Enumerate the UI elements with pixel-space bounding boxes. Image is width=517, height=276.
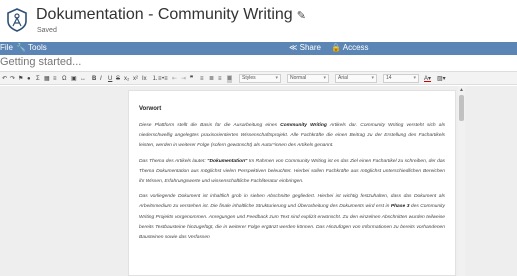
- editor-toolbar: ↶ ↷ ⚑ ● Σ ▦ ≡ Ω ▣ ↔ B I U S x₂ x² Ix ⒈≡ …: [0, 71, 517, 85]
- bullet-list-icon[interactable]: •≡: [162, 75, 168, 83]
- tools-menu[interactable]: 🔧 Tools: [14, 43, 49, 52]
- strike-icon[interactable]: S: [116, 75, 120, 83]
- document-content: Vorwort Diese Plattform stellt die Basis…: [139, 106, 445, 248]
- emphasis-text: Community Writing: [280, 123, 327, 128]
- sum-icon[interactable]: Σ: [36, 75, 40, 83]
- flag-icon[interactable]: ⚑: [18, 75, 23, 83]
- table-icon[interactable]: ▦: [44, 75, 50, 83]
- paragraph: Diese Plattform stellt die Basis für die…: [139, 121, 445, 152]
- styles-select[interactable]: Styles ▾: [239, 74, 281, 83]
- background-color-icon[interactable]: ▨▾: [437, 75, 446, 83]
- emphasis-text: "Dokumentation": [207, 158, 248, 164]
- superscript-icon[interactable]: x²: [133, 75, 138, 83]
- italic-icon[interactable]: I: [100, 75, 102, 83]
- outdent-icon[interactable]: ⇤: [172, 75, 177, 83]
- numbered-list-icon[interactable]: ⒈≡: [152, 75, 162, 83]
- share-icon: ≪: [289, 43, 298, 52]
- file-menu-label: File: [0, 43, 13, 52]
- menubar: File 🔧 Tools ≪ Share 🔒 Access: [0, 42, 517, 55]
- getting-started-title: Getting started...: [0, 56, 82, 68]
- omega-icon[interactable]: Ω: [62, 75, 67, 83]
- scroll-up-icon[interactable]: ▲: [458, 87, 465, 93]
- styles-select-value: Styles: [242, 75, 256, 81]
- share-button[interactable]: ≪ Share: [289, 43, 321, 52]
- chevron-down-icon: ▾: [371, 75, 374, 81]
- tools-menu-label: Tools: [28, 43, 47, 52]
- chevron-down-icon: ▾: [413, 75, 416, 81]
- hline-icon[interactable]: ≡: [53, 75, 57, 83]
- paragraph: Das vorliegende Dokument ist inhaltlich …: [139, 192, 445, 243]
- access-label: Access: [342, 43, 369, 52]
- format-select-value: Normal: [290, 75, 307, 81]
- underline-icon[interactable]: U: [108, 75, 112, 83]
- edit-title-icon[interactable]: ✎: [297, 10, 306, 22]
- chevron-down-icon: ▾: [323, 75, 326, 81]
- size-select-value: 14: [386, 75, 392, 81]
- vertical-scrollbar[interactable]: ▲: [458, 86, 465, 276]
- document-page[interactable]: Vorwort Diese Plattform stellt die Basis…: [128, 90, 456, 276]
- access-button[interactable]: 🔒 Access: [331, 43, 369, 52]
- comment-icon[interactable]: ●: [27, 75, 31, 83]
- wrench-icon: 🔧: [16, 43, 26, 52]
- arrows-icon[interactable]: ↔: [80, 75, 86, 83]
- align-center-icon[interactable]: ≣: [209, 75, 214, 83]
- document-title: Dokumentation - Community Writing ✎: [36, 6, 306, 23]
- font-select[interactable]: Arial ▾: [335, 74, 377, 83]
- paragraph: Das Thema des Artikels lautet: "Dokument…: [139, 157, 445, 188]
- subscript-icon[interactable]: x₂: [124, 75, 129, 83]
- redo-icon[interactable]: ↷: [10, 75, 15, 83]
- paragraph-text: Diese Plattform stellt die Basis für die…: [139, 123, 281, 128]
- indent-icon[interactable]: ⇥: [181, 75, 186, 83]
- bold-icon[interactable]: B: [92, 75, 96, 83]
- paragraph-text: des Community Writing Projekts vorgenomm…: [139, 204, 445, 241]
- lock-icon: 🔒: [331, 43, 341, 52]
- app-header: Dokumentation - Community Writing ✎ Saved: [0, 0, 517, 40]
- emphasis-text: Phase 3: [390, 204, 410, 210]
- undo-icon[interactable]: ↶: [2, 75, 7, 83]
- clear-format-icon[interactable]: Ix: [142, 75, 147, 83]
- paragraph-text: Das Thema des Artikels lautet:: [139, 158, 208, 164]
- scrollbar-thumb[interactable]: [459, 95, 464, 121]
- align-right-icon[interactable]: ≡: [218, 75, 222, 83]
- logo-icon: [7, 8, 27, 32]
- font-select-value: Arial: [338, 75, 349, 81]
- section-heading: Vorwort: [139, 106, 162, 112]
- file-menu[interactable]: File: [0, 43, 13, 52]
- text-color-icon[interactable]: A▾: [424, 75, 431, 83]
- share-label: Share: [299, 43, 321, 52]
- save-status: Saved: [37, 27, 57, 34]
- align-justify-icon[interactable]: ≣: [227, 75, 233, 83]
- size-select[interactable]: 14 ▾: [383, 74, 419, 83]
- image-icon[interactable]: ▣: [71, 75, 77, 83]
- format-select[interactable]: Normal ▾: [287, 74, 329, 83]
- quote-icon[interactable]: ❞: [190, 75, 193, 83]
- align-left-icon[interactable]: ≡: [200, 75, 204, 83]
- chevron-down-icon: ▾: [275, 75, 278, 81]
